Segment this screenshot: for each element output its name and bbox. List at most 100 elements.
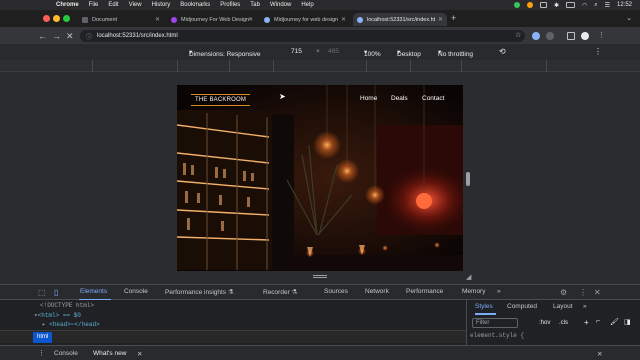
devtools-tab-elements[interactable]: Elements (80, 288, 107, 295)
chrome-menu-kebab-icon[interactable]: ⋮ (598, 30, 605, 42)
device-type-select[interactable]: Desktop ▾ (397, 48, 421, 58)
menu-clock[interactable]: 12:52 (617, 2, 632, 8)
bar-hero-image (177, 85, 463, 271)
menu-history[interactable]: History (152, 2, 171, 8)
stop-loading-icon[interactable]: ✕ (66, 30, 74, 42)
info-icon[interactable]: ⓘ (86, 32, 92, 41)
devtools-drawer: ⋮ Console What's new ✕ ✕ (0, 345, 640, 360)
tab-localhost[interactable]: localhost:52331/src/index.ht ✕ (353, 13, 447, 26)
nav-home-link[interactable]: Home (360, 95, 377, 102)
new-tab-plus-icon[interactable]: + (451, 13, 456, 23)
menu-app-name[interactable]: Chrome (56, 2, 79, 8)
menu-profiles[interactable]: Profiles (220, 2, 240, 8)
devtools-tab-recorder[interactable]: Recorder ⚗ (263, 288, 297, 296)
cls-toggle[interactable]: .cls (559, 320, 568, 326)
drawer-tab-console[interactable]: Console (54, 350, 78, 357)
dom-html-line[interactable]: ▾<html> == $0 (34, 312, 81, 319)
close-tab-icon[interactable]: ✕ (341, 16, 346, 23)
element-state-icon[interactable]: ⌐ (596, 318, 600, 325)
address-url: localhost:52331/src/index.html (97, 33, 178, 39)
bookmark-star-icon[interactable]: ☆ (515, 30, 521, 42)
forward-arrow-icon[interactable]: → (52, 30, 61, 42)
nav-deals-link[interactable]: Deals (391, 95, 408, 102)
close-tab-icon[interactable]: ✕ (438, 16, 443, 23)
close-tab-icon[interactable]: ✕ (248, 16, 253, 23)
devtools-tab-memory[interactable]: Memory (462, 288, 485, 295)
viewport-width-input[interactable]: 715 (291, 48, 302, 55)
tab-document[interactable]: Document ✕ (78, 13, 164, 26)
devtools-tab-performance[interactable]: Performance (406, 288, 443, 295)
extension-icon[interactable] (532, 32, 540, 40)
devtools-tab-console[interactable]: Console (124, 288, 148, 295)
zoom-select[interactable]: 100% ▾ (364, 48, 381, 58)
nav-contact-link[interactable]: Contact (422, 95, 444, 102)
tab-midjourney-1[interactable]: Midjourney For Web Design - ✕ (167, 13, 257, 26)
media-query-ruler (0, 60, 640, 72)
menu-view[interactable]: View (129, 2, 142, 8)
close-devtools-icon[interactable]: ✕ (594, 288, 601, 297)
record-status-icon[interactable] (513, 2, 520, 8)
element-style-rule[interactable]: element.style { (470, 332, 524, 339)
close-drawer-icon[interactable]: ✕ (597, 350, 602, 358)
search-icon[interactable]: ⌕ (594, 2, 597, 9)
settings-gear-icon[interactable]: ⚙ (560, 288, 567, 297)
inspect-element-icon[interactable]: ⬚ (38, 288, 46, 297)
battery-icon[interactable] (565, 2, 575, 8)
device-toggle-icon[interactable]: ▯ (54, 288, 58, 297)
tab-search-chevron-icon[interactable]: ⌄ (626, 14, 632, 22)
close-window-icon[interactable] (43, 15, 50, 22)
bluetooth-icon[interactable]: ✱ (554, 2, 559, 9)
dom-doctype-line[interactable]: <!DOCTYPE html> (40, 302, 94, 309)
drawer-tab-whats-new[interactable]: What's new (93, 350, 126, 357)
tab-computed[interactable]: Computed (507, 303, 537, 310)
tab-layout[interactable]: Layout (553, 303, 573, 310)
devtools-tab-performance-insights[interactable]: Performance insights ⚗ (165, 288, 234, 296)
control-center-icon[interactable]: ☰ (605, 2, 610, 9)
zoom-window-icon[interactable] (63, 15, 70, 22)
back-arrow-icon[interactable]: ← (38, 30, 47, 42)
resize-corner-handle[interactable]: ◢ (466, 274, 473, 281)
expand-triangle-icon[interactable]: ▸ (42, 321, 46, 328)
dom-head-line[interactable]: ▸ <head>⋯</head> (42, 321, 100, 328)
devtools-more-icon[interactable]: ⋮ (579, 288, 587, 297)
address-bar[interactable]: ⓘ localhost:52331/src/index.html (80, 30, 525, 42)
minimize-window-icon[interactable] (53, 15, 60, 22)
new-style-rule-icon[interactable]: + (584, 318, 589, 327)
display-icon[interactable] (539, 2, 547, 8)
styles-more-chevron[interactable]: » (583, 303, 587, 310)
viewport-height-input[interactable]: 465 (328, 48, 339, 55)
drawer-menu-icon[interactable]: ⋮ (38, 349, 45, 357)
device-toolbar-more-icon[interactable]: ⋮ (594, 47, 602, 56)
menu-bookmarks[interactable]: Bookmarks (180, 2, 210, 8)
devtools-tab-network[interactable]: Network (365, 288, 389, 295)
close-tab-icon[interactable]: ✕ (155, 16, 160, 23)
resize-right-handle[interactable] (466, 172, 470, 186)
rotate-icon[interactable]: ⟲ (499, 47, 506, 56)
menu-window[interactable]: Window (270, 2, 291, 8)
menu-tab[interactable]: Tab (250, 2, 260, 8)
site-logo[interactable]: THE BACKROOM (191, 94, 251, 106)
resize-bottom-handle[interactable] (313, 275, 327, 278)
ruler-tick (410, 60, 411, 72)
more-tabs-chevron[interactable]: » (497, 288, 501, 295)
devtools-tab-sources[interactable]: Sources (324, 288, 348, 295)
styles-filter-input[interactable]: Filter (472, 318, 518, 328)
hov-toggle[interactable]: :hov (539, 320, 550, 326)
close-drawer-tab-icon[interactable]: ✕ (137, 350, 142, 358)
tab-styles[interactable]: Styles (475, 303, 493, 310)
menu-edit[interactable]: Edit (108, 2, 118, 8)
breadcrumb-html[interactable]: html (33, 332, 53, 343)
throttling-select[interactable]: No throttling ▾ (438, 48, 473, 58)
extension-puzzle-icon[interactable] (546, 32, 554, 40)
computed-sidebar-icon[interactable]: ◨ (624, 318, 631, 326)
tab-midjourney-2[interactable]: Midjourney for web design ✕ (260, 13, 350, 26)
menu-file[interactable]: File (89, 2, 99, 8)
dimensions-select[interactable]: Dimensions: Responsive ▾ (189, 48, 261, 58)
wifi-icon[interactable]: ◠ (582, 2, 587, 9)
mic-status-icon[interactable] (526, 2, 533, 8)
site-preview[interactable]: THE BACKROOM Home Deals Contact (177, 85, 463, 271)
menu-help[interactable]: Help (301, 2, 313, 8)
sidebar-icon[interactable] (567, 32, 575, 40)
profile-avatar[interactable] (581, 32, 589, 40)
paint-brush-icon[interactable]: 🖌 (610, 318, 619, 326)
